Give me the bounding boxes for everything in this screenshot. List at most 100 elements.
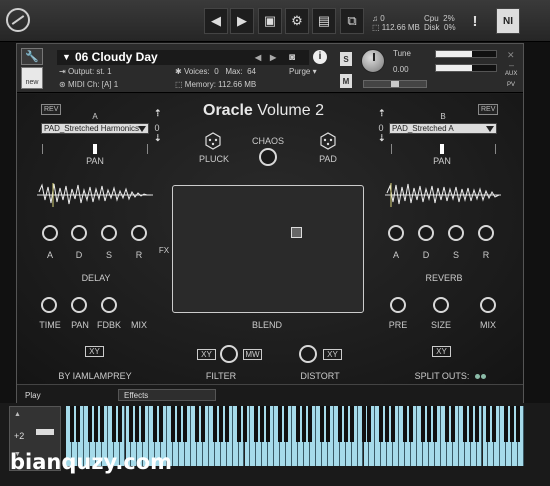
black-key[interactable] — [349, 406, 354, 442]
ni-logo[interactable]: NI — [496, 8, 520, 34]
output-row[interactable]: ⇥ Output: st. 1 — [59, 66, 112, 78]
dice-pluck-icon[interactable] — [204, 132, 222, 150]
resize-button[interactable]: ⧉ — [340, 8, 364, 34]
black-key[interactable] — [153, 406, 158, 442]
midi-row[interactable]: ⊛ MIDI Ch: [A] 1 — [59, 79, 118, 91]
pan-slider-handle[interactable] — [391, 81, 399, 87]
black-key[interactable] — [296, 406, 301, 442]
preset-name-field[interactable]: ▼ 06 Cloudy Day ◀ ▶ ◙ — [57, 50, 309, 65]
pan-a-handle[interactable] — [93, 144, 97, 154]
info-icon[interactable]: i — [313, 50, 327, 64]
black-key[interactable] — [361, 406, 366, 442]
delay-pan-knob[interactable] — [71, 297, 87, 313]
black-key[interactable] — [117, 406, 122, 442]
distort-xy-button[interactable]: XY — [323, 349, 342, 360]
decay-a-knob[interactable] — [71, 225, 87, 241]
black-key[interactable] — [212, 406, 217, 442]
black-key[interactable] — [450, 406, 455, 442]
camera-icon[interactable]: ◙ — [289, 50, 295, 65]
next-button[interactable]: ▶ — [230, 8, 254, 34]
black-key[interactable] — [87, 406, 92, 442]
black-key[interactable] — [385, 406, 390, 442]
filter-mw-button[interactable]: MW — [243, 349, 262, 360]
black-key[interactable] — [492, 406, 497, 442]
delay-time-knob[interactable] — [41, 297, 57, 313]
layer-b-up-icon[interactable]: ⇡ — [378, 108, 386, 119]
black-key[interactable] — [69, 406, 74, 442]
filter-knob[interactable] — [220, 345, 238, 363]
black-key[interactable] — [462, 406, 467, 442]
rev-a-button[interactable]: REV — [41, 104, 62, 115]
black-key[interactable] — [111, 406, 116, 442]
xy-right-button[interactable]: XY — [432, 346, 451, 357]
black-key[interactable] — [379, 406, 384, 442]
sustain-b-knob[interactable] — [448, 225, 464, 241]
black-key[interactable] — [343, 406, 348, 442]
layer-b-sample-dropdown[interactable]: PAD_Stretched A — [389, 123, 497, 134]
black-key[interactable] — [242, 406, 247, 442]
view-button[interactable]: ▤ — [312, 8, 336, 34]
black-key[interactable] — [468, 406, 473, 442]
xy-left-button[interactable]: XY — [85, 346, 104, 357]
black-key[interactable] — [135, 406, 140, 442]
purge-menu[interactable]: Purge ▾ — [289, 66, 317, 78]
preset-next-icon[interactable]: ▶ — [270, 50, 276, 65]
rev-b-button[interactable]: REV — [478, 104, 499, 115]
black-key[interactable] — [284, 406, 289, 442]
minimize-icon[interactable]: – — [509, 60, 514, 70]
sustain-a-knob[interactable] — [101, 225, 117, 241]
distort-knob[interactable] — [299, 345, 317, 363]
black-key[interactable] — [319, 406, 324, 442]
black-key[interactable] — [218, 406, 223, 442]
black-key[interactable] — [391, 406, 396, 442]
split-out-dot-2[interactable] — [481, 374, 486, 379]
layer-a-down-icon[interactable]: ⇣ — [154, 133, 162, 144]
black-key[interactable] — [129, 406, 134, 442]
black-key[interactable] — [141, 406, 146, 442]
volume-bar-top[interactable] — [435, 50, 497, 58]
preset-prev-icon[interactable]: ◀ — [255, 50, 261, 65]
kontakt-logo-icon[interactable] — [6, 8, 30, 32]
black-key[interactable] — [260, 406, 265, 442]
black-key[interactable] — [183, 406, 187, 442]
black-key[interactable] — [194, 406, 199, 442]
reverb-pre-knob[interactable] — [390, 297, 406, 313]
layer-a-sample-dropdown[interactable]: PAD_Stretched Harmonics — [41, 123, 149, 134]
black-key[interactable] — [403, 406, 408, 442]
layer-a-up-icon[interactable]: ⇡ — [154, 108, 162, 119]
black-key[interactable] — [159, 406, 164, 442]
release-a-knob[interactable] — [131, 225, 147, 241]
black-key[interactable] — [337, 406, 342, 442]
black-key[interactable] — [236, 406, 241, 442]
pv-label[interactable]: PV — [507, 79, 515, 91]
prev-button[interactable]: ◀ — [204, 8, 228, 34]
black-key[interactable] — [302, 406, 306, 442]
black-key[interactable] — [177, 406, 182, 442]
black-key[interactable] — [200, 406, 205, 442]
pan-slider[interactable] — [363, 80, 427, 88]
release-b-knob[interactable] — [478, 225, 494, 241]
black-key[interactable] — [432, 406, 437, 442]
black-key[interactable] — [367, 406, 372, 442]
black-key[interactable] — [325, 406, 330, 442]
xy-pad-handle[interactable] — [291, 227, 302, 238]
octave-up-icon[interactable]: ▲ — [14, 411, 21, 418]
black-key[interactable] — [278, 406, 283, 442]
reverb-size-knob[interactable] — [433, 297, 449, 313]
wrench-button[interactable]: 🔧 — [21, 48, 43, 65]
black-key[interactable] — [474, 406, 479, 442]
black-key[interactable] — [409, 406, 414, 442]
black-key[interactable] — [75, 406, 80, 442]
new-button[interactable]: new — [21, 67, 43, 89]
tab-effects[interactable]: Effects — [118, 389, 216, 401]
black-key[interactable] — [426, 406, 431, 442]
black-key[interactable] — [171, 406, 176, 442]
blend-xy-pad[interactable] — [172, 185, 364, 313]
warning-icon[interactable]: ! — [466, 8, 484, 34]
volume-bar-bottom[interactable] — [435, 64, 497, 72]
black-key[interactable] — [504, 406, 509, 442]
split-out-dot-1[interactable] — [475, 374, 480, 379]
black-key[interactable] — [224, 406, 229, 442]
decay-b-knob[interactable] — [418, 225, 434, 241]
tab-play[interactable]: Play — [19, 389, 114, 401]
